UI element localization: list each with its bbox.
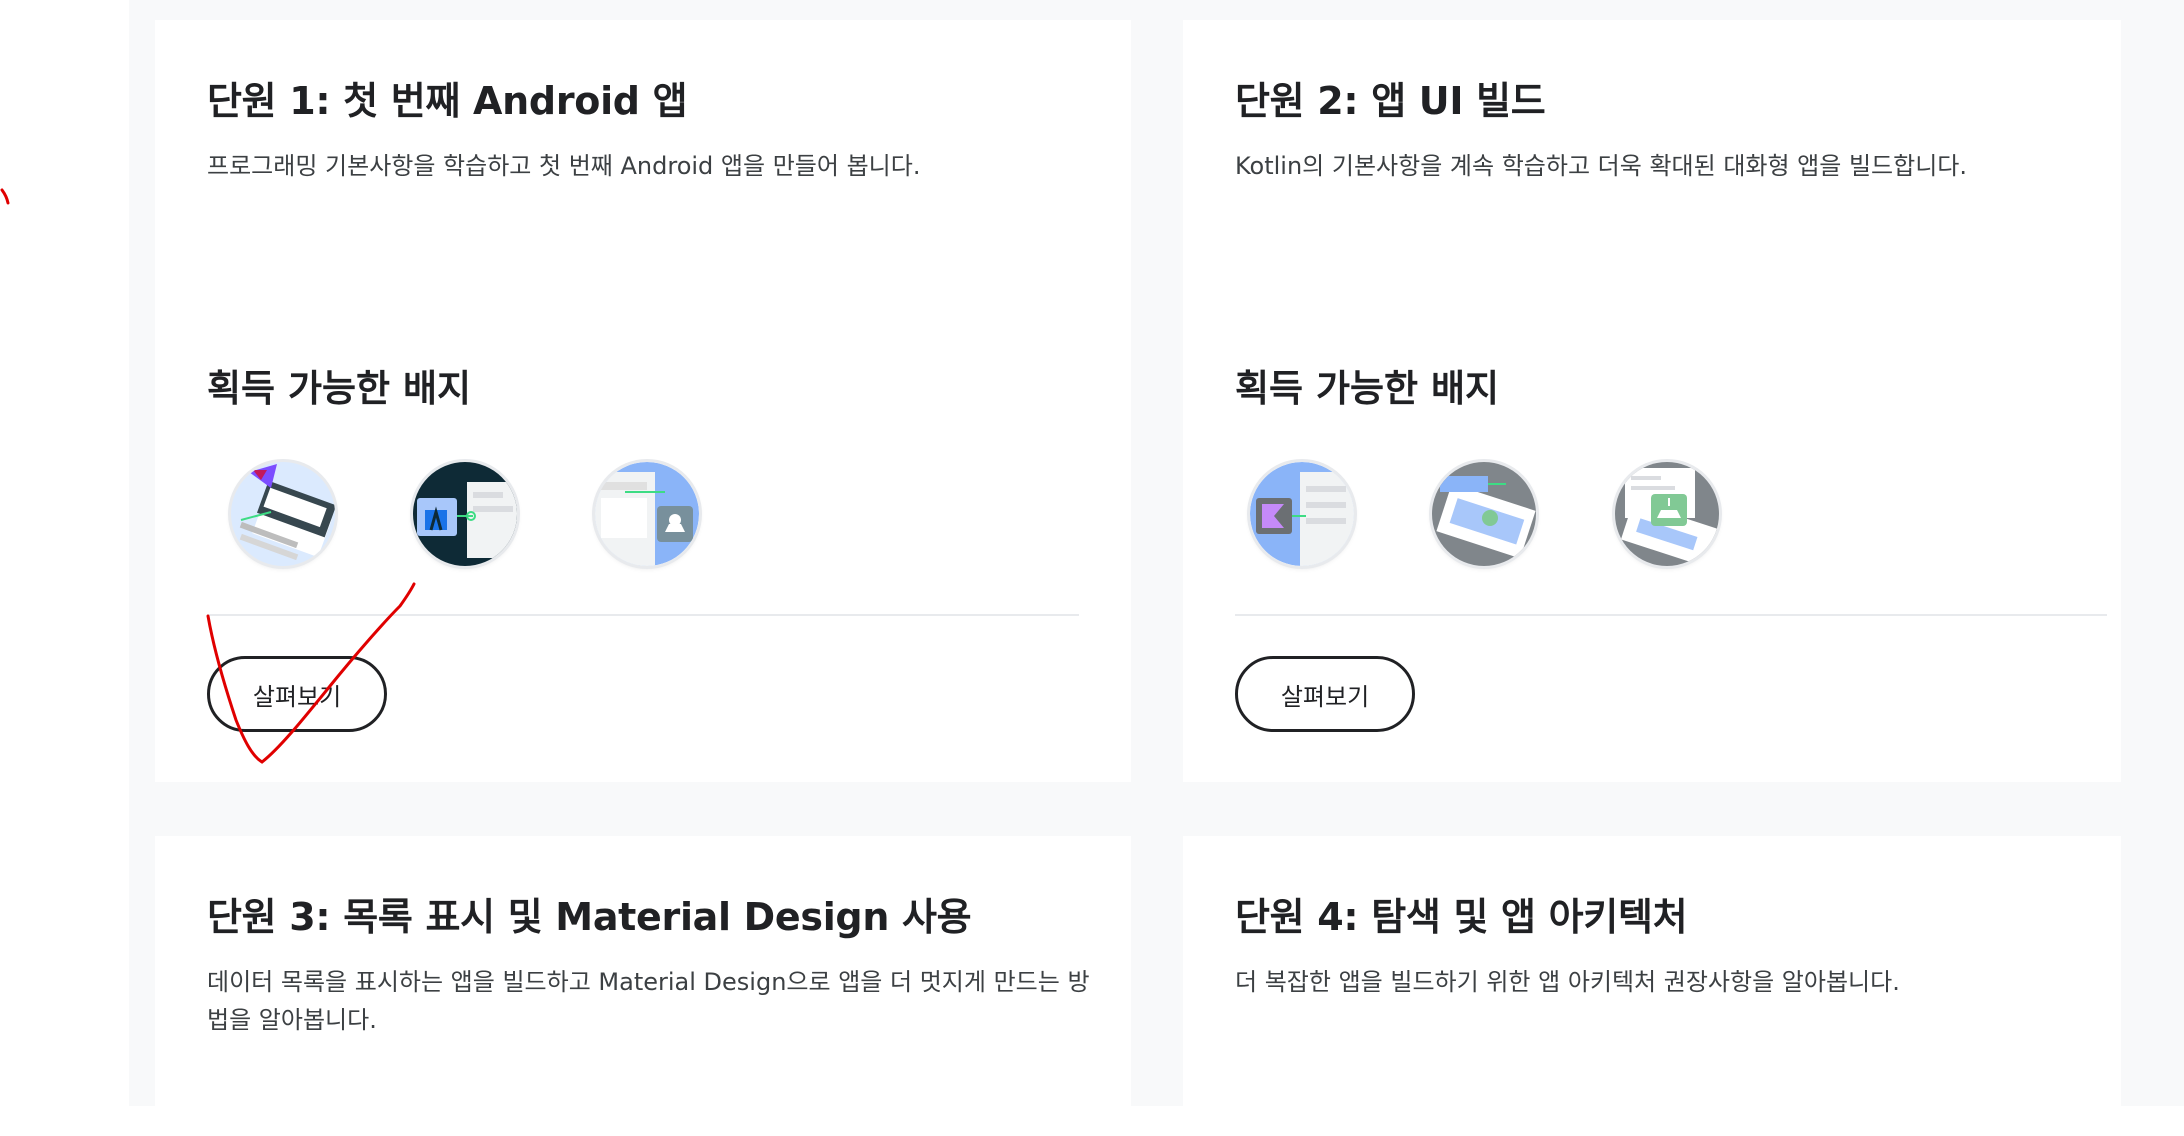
- unit-2-divider: [1235, 614, 2107, 616]
- kotlin-class-badge-icon[interactable]: [1250, 462, 1354, 566]
- unit-1-title: 단원 1: 첫 번째 Android 앱: [207, 79, 688, 123]
- unit-2-explore-button[interactable]: 살펴보기: [1235, 656, 1415, 732]
- scrollable-list-badge-icon[interactable]: [1615, 462, 1719, 566]
- unit-3-card: 단원 3: 목록 표시 및 Material Design 사용 데이터 목록을…: [155, 836, 1131, 1136]
- unit-1-divider: [207, 614, 1079, 616]
- unit-4-description: 더 복잡한 앱을 빌드하기 위한 앱 아키텍처 권장사항을 알아봅니다.: [1235, 968, 1900, 996]
- unit-2-description: Kotlin의 기본사항을 계속 학습하고 더욱 확대된 대화형 앱을 빌드합니…: [1235, 152, 1968, 180]
- unit-2-badges-heading: 획득 가능한 배지: [1235, 367, 1500, 410]
- left-margin: [0, 0, 129, 1106]
- kotlin-badge-icon[interactable]: [231, 462, 335, 566]
- unit-2-card: 단원 2: 앱 UI 빌드 Kotlin의 기본사항을 계속 학습하고 더욱 확…: [1183, 20, 2121, 782]
- compose-app-badge-icon[interactable]: [595, 462, 699, 566]
- unit-4-title: 단원 4: 탐색 및 앱 아키텍처: [1235, 895, 1688, 939]
- unit-1-description: 프로그래밍 기본사항을 학습하고 첫 번째 Android 앱을 만들어 봅니다…: [207, 152, 921, 180]
- unit-1-card: 단원 1: 첫 번째 Android 앱 프로그래밍 기본사항을 학습하고 첫 …: [155, 20, 1131, 782]
- unit-1-badges-heading: 획득 가능한 배지: [207, 367, 472, 410]
- interactive-app-badge-icon[interactable]: [1432, 462, 1536, 566]
- unit-3-title: 단원 3: 목록 표시 및 Material Design 사용: [207, 895, 972, 939]
- unit-3-description: 데이터 목록을 표시하는 앱을 빌드하고 Material Design으로 앱…: [207, 968, 1090, 1034]
- unit-4-card: 단원 4: 탐색 및 앱 아키텍처 더 복잡한 앱을 빌드하기 위한 앱 아키텍…: [1183, 836, 2121, 1136]
- unit-1-explore-button[interactable]: 살펴보기: [207, 656, 387, 732]
- android-studio-badge-icon[interactable]: [413, 462, 517, 566]
- unit-2-title: 단원 2: 앱 UI 빌드: [1235, 79, 1546, 123]
